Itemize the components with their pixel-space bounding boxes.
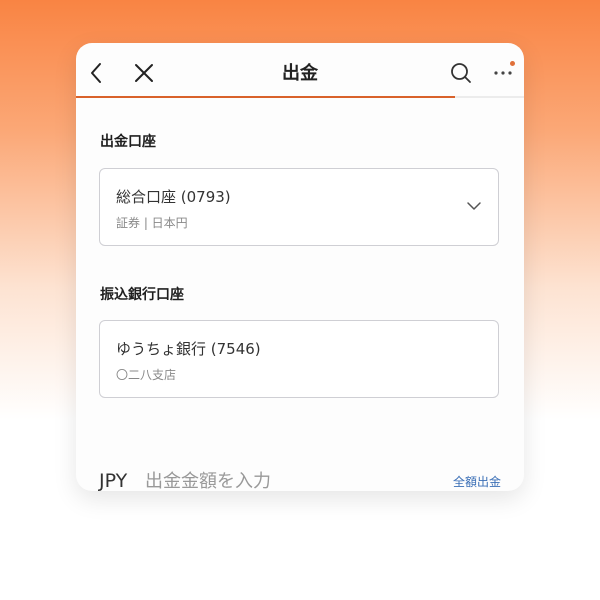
search-icon <box>451 63 471 83</box>
withdrawal-dialog: 出金 出金口座 総合口座 (0793) 証券 | 日本円 振込銀行口座 ゆうちょ… <box>76 43 524 491</box>
withdrawal-account-label: 出金口座 <box>100 134 156 150</box>
page-title: 出金 <box>282 63 318 84</box>
bank-account-name: ゆうちょ銀行 (7546) <box>116 340 261 358</box>
amount-input[interactable] <box>145 468 405 491</box>
more-icon <box>494 71 512 75</box>
close-button[interactable] <box>132 60 156 86</box>
progress-bar <box>76 96 524 98</box>
back-button[interactable] <box>84 59 108 87</box>
header-bar: 出金 <box>76 43 524 103</box>
notification-dot <box>510 61 515 66</box>
withdrawal-account-name: 総合口座 (0793) <box>116 188 231 206</box>
withdraw-all-button[interactable]: 全額出金 <box>453 473 501 490</box>
close-icon <box>135 64 153 82</box>
bank-account-select[interactable]: ゆうちょ銀行 (7546) 〇二八支店 <box>99 320 499 398</box>
chevron-left-icon <box>91 63 101 83</box>
progress-fill <box>76 96 455 98</box>
currency-label: JPY <box>99 470 128 491</box>
search-button[interactable] <box>448 60 474 86</box>
withdrawal-account-detail: 証券 | 日本円 <box>116 216 188 230</box>
bank-account-detail: 〇二八支店 <box>116 368 177 382</box>
bank-account-label: 振込銀行口座 <box>100 287 184 303</box>
chevron-down-icon <box>467 202 481 210</box>
amount-row: JPY 全額出金 <box>99 468 501 491</box>
withdrawal-account-select[interactable]: 総合口座 (0793) 証券 | 日本円 <box>99 168 499 246</box>
